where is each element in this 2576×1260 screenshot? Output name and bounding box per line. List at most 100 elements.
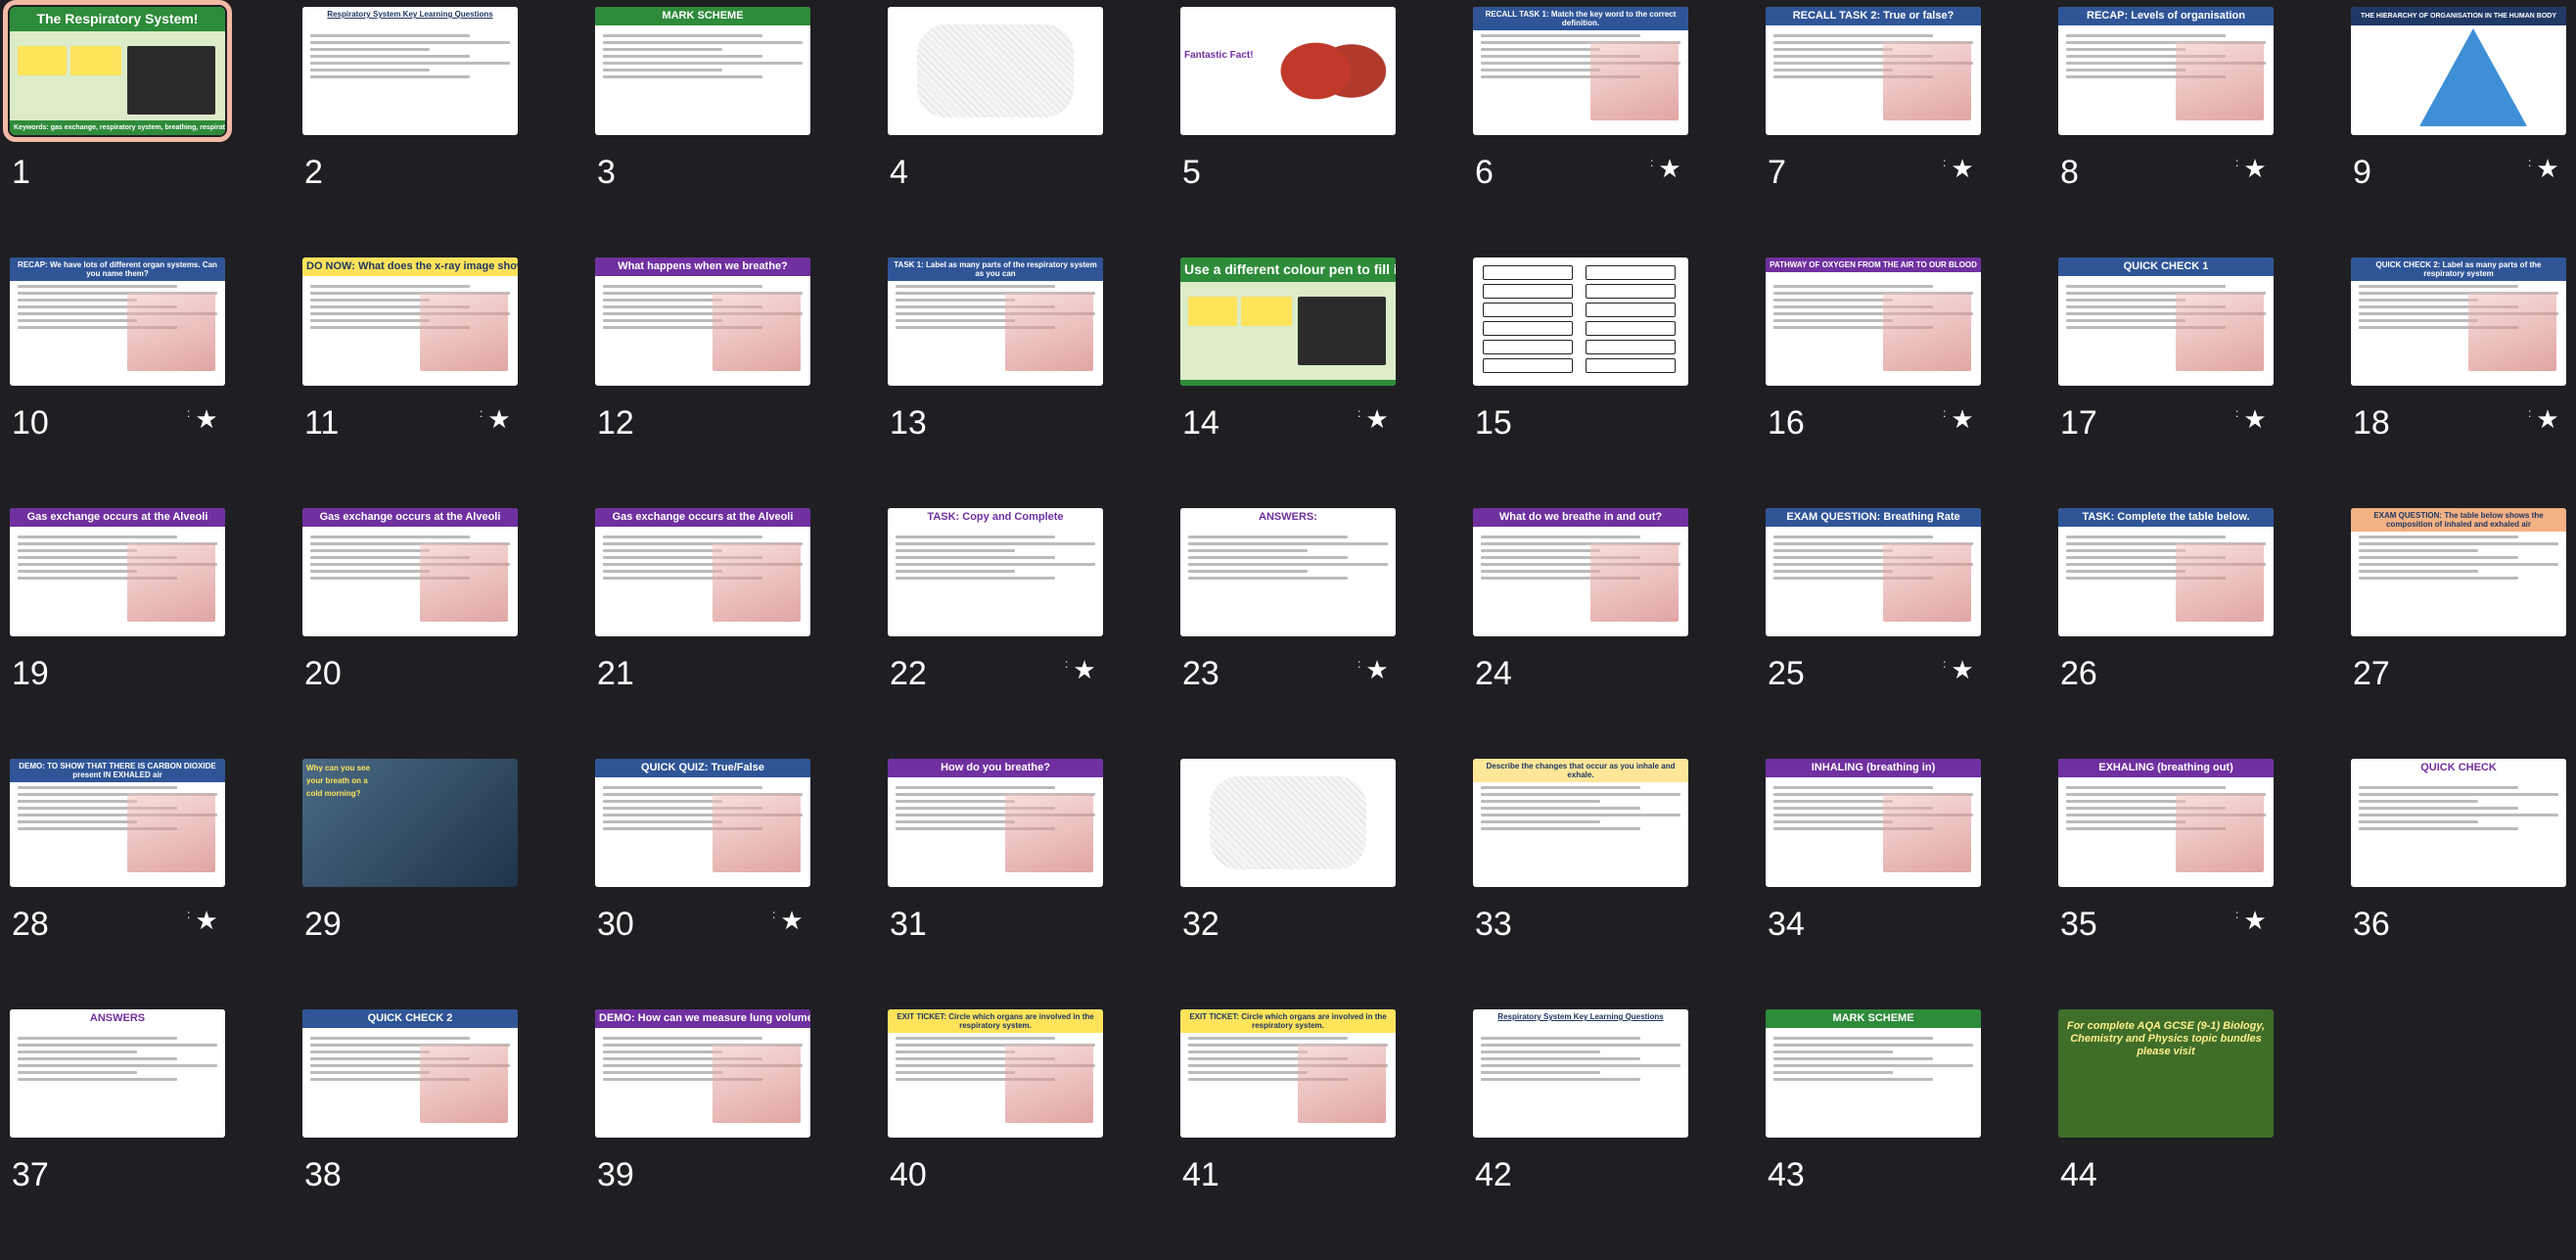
slide-thumbnail[interactable]: RECAP: We have lots of different organ s… [10,257,302,508]
slide-preview[interactable]: TASK: Copy and Complete [888,508,1103,636]
slide-number: 39 [597,1156,634,1193]
slide-thumbnail[interactable]: DO NOW: What does the x-ray image show? 1… [302,257,595,508]
slide-thumbnail[interactable]: 15 [1473,257,1766,508]
slide-preview[interactable] [888,7,1103,135]
slide-preview[interactable]: EXAM QUESTION: Breathing Rate [1766,508,1981,636]
slide-preview[interactable]: QUICK CHECK 1 [2058,257,2274,386]
slide-number: 41 [1182,1156,1219,1193]
slide-preview[interactable]: How do you breathe? [888,759,1103,887]
slide-title: For complete AQA GCSE (9-1) Biology, Che… [2066,1020,2266,1057]
slide-preview[interactable]: THE HIERARCHY OF ORGANISATION IN THE HUM… [2351,7,2566,135]
slide-preview[interactable]: RECAP: We have lots of different organ s… [10,257,225,386]
slide-preview[interactable] [1180,759,1396,887]
slide-preview[interactable]: QUICK QUIZ: True/False [595,759,810,887]
slide-preview[interactable]: EXAM QUESTION: The table below shows the… [2351,508,2566,636]
slide-preview[interactable]: RECAP: Levels of organisation [2058,7,2274,135]
slide-preview[interactable]: DEMO: TO SHOW THAT THERE IS CARBON DIOXI… [10,759,225,887]
slide-thumbnail[interactable]: EXIT TICKET: Circle which organs are inv… [888,1009,1180,1260]
slide-thumbnail[interactable]: Gas exchange occurs at the Alveoli 20 [302,508,595,759]
slide-thumbnail[interactable]: For complete AQA GCSE (9-1) Biology, Che… [2058,1009,2351,1260]
slide-thumbnail[interactable]: Describe the changes that occur as you i… [1473,759,1766,1009]
slide-thumbnail[interactable]: 4 [888,7,1180,257]
slide-title: PATHWAY OF OXYGEN FROM THE AIR TO OUR BL… [1766,257,1981,272]
slide-title: TASK: Complete the table below. [2058,508,2274,527]
slide-thumbnail[interactable]: Gas exchange occurs at the Alveoli 21 [595,508,888,759]
slide-preview[interactable]: RECALL TASK 1: Match the key word to the… [1473,7,1688,135]
slide-preview[interactable]: MARK SCHEME [595,7,810,135]
slide-thumbnail[interactable]: INHALING (breathing in) 34 [1766,759,2058,1009]
slide-thumbnail[interactable]: THE HIERARCHY OF ORGANISATION IN THE HUM… [2351,7,2576,257]
animation-star-icon: : ★ [1357,655,1389,684]
slide-thumbnail[interactable]: ANSWERS: 23: ★ [1180,508,1473,759]
slide-preview[interactable]: Gas exchange occurs at the Alveoli [302,508,518,636]
slide-preview[interactable]: QUICK CHECK [2351,759,2566,887]
slide-title: QUICK CHECK 2 [302,1009,518,1028]
slide-preview[interactable]: PATHWAY OF OXYGEN FROM THE AIR TO OUR BL… [1766,257,1981,386]
slide-thumbnail[interactable]: Respiratory System Key Learning Question… [1473,1009,1766,1260]
slide-title: What happens when we breathe? [595,257,810,276]
slide-thumbnail[interactable]: Use a different colour pen to fill in th… [1180,257,1473,508]
slide-thumbnail[interactable]: EXAM QUESTION: The table below shows the… [2351,508,2576,759]
slide-thumbnail[interactable]: EXHALING (breathing out) 35: ★ [2058,759,2351,1009]
slide-thumbnail[interactable]: QUICK CHECK 2: Label as many parts of th… [2351,257,2576,508]
slide-preview[interactable]: QUICK CHECK 2: Label as many parts of th… [2351,257,2566,386]
slide-preview[interactable]: Gas exchange occurs at the Alveoli [595,508,810,636]
slide-thumbnail[interactable]: Respiratory System Key Learning Question… [302,7,595,257]
slide-number: 9 [2353,154,2371,191]
slide-preview[interactable]: Fantastic Fact! [1180,7,1396,135]
slide-thumbnail[interactable]: DEMO: How can we measure lung volume? 39 [595,1009,888,1260]
slide-number: 36 [2353,906,2390,943]
slide-number: 43 [1768,1156,1805,1193]
slide-preview[interactable]: ANSWERS: [1180,508,1396,636]
slide-title: RECALL TASK 2: True or false? [1766,7,1981,25]
slide-preview[interactable]: INHALING (breathing in) [1766,759,1981,887]
animation-star-icon: : ★ [2235,404,2267,434]
slide-thumbnail[interactable]: Gas exchange occurs at the Alveoli 19 [10,508,302,759]
slide-preview[interactable]: What do we breathe in and out? [1473,508,1688,636]
slide-preview[interactable]: Why can you see your breath on a cold mo… [302,759,518,887]
slide-thumbnail[interactable]: 32 [1180,759,1473,1009]
slide-thumbnail[interactable]: What happens when we breathe? 12 [595,257,888,508]
slide-thumbnail[interactable]: How do you breathe? 31 [888,759,1180,1009]
slide-thumbnail[interactable]: What do we breathe in and out? 24 [1473,508,1766,759]
slide-preview[interactable]: What happens when we breathe? [595,257,810,386]
animation-star-icon: : ★ [1357,404,1389,434]
slide-title: Gas exchange occurs at the Alveoli [302,508,518,527]
animation-star-icon: : ★ [1650,154,1681,183]
slide-thumbnail[interactable]: MARK SCHEME 43 [1766,1009,2058,1260]
slide-number: 42 [1475,1156,1512,1193]
slide-thumbnail[interactable]: MARK SCHEME 3 [595,7,888,257]
slide-preview[interactable] [1473,257,1688,386]
slide-thumbnail[interactable]: QUICK CHECK 2 38 [302,1009,595,1260]
slide-thumbnail[interactable]: QUICK CHECK 36 [2351,759,2576,1009]
slide-thumbnail[interactable]: Why can you see your breath on a cold mo… [302,759,595,1009]
slide-thumbnail[interactable]: TASK 1: Label as many parts of the respi… [888,257,1180,508]
slide-number: 24 [1475,655,1512,692]
slide-preview[interactable]: EXHALING (breathing out) [2058,759,2274,887]
slide-thumbnail[interactable]: RECALL TASK 1: Match the key word to the… [1473,7,1766,257]
slide-preview[interactable]: Respiratory System Key Learning Question… [302,7,518,135]
slide-thumbnail[interactable]: EXAM QUESTION: Breathing Rate 25: ★ [1766,508,2058,759]
slide-preview[interactable]: TASK 1: Label as many parts of the respi… [888,257,1103,386]
slide-preview[interactable]: RECALL TASK 2: True or false? [1766,7,1981,135]
slide-preview[interactable]: Describe the changes that occur as you i… [1473,759,1688,887]
slide-thumbnail[interactable]: TASK: Copy and Complete 22: ★ [888,508,1180,759]
slide-number: 27 [2353,655,2390,692]
slide-title: EXAM QUESTION: Breathing Rate [1766,508,1981,527]
slide-thumbnail[interactable]: The Respiratory System! Keywords: gas exc… [3,0,302,257]
slide-thumbnail[interactable]: QUICK CHECK 1 17: ★ [2058,257,2351,508]
slide-thumbnail[interactable]: Fantastic Fact! 5 [1180,7,1473,257]
slide-thumbnail[interactable]: EXIT TICKET: Circle which organs are inv… [1180,1009,1473,1260]
slide-preview[interactable]: The Respiratory System! Keywords: gas exc… [3,0,232,142]
slide-thumbnail[interactable]: PATHWAY OF OXYGEN FROM THE AIR TO OUR BL… [1766,257,2058,508]
slide-thumbnail[interactable]: RECAP: Levels of organisation 8: ★ [2058,7,2351,257]
slide-preview[interactable]: TASK: Complete the table below. [2058,508,2274,636]
slide-thumbnail[interactable]: DEMO: TO SHOW THAT THERE IS CARBON DIOXI… [10,759,302,1009]
slide-thumbnail[interactable]: ANSWERS 37 [10,1009,302,1260]
slide-preview[interactable]: Use a different colour pen to fill in th… [1180,257,1396,386]
slide-preview[interactable]: DO NOW: What does the x-ray image show? [302,257,518,386]
slide-preview[interactable]: Gas exchange occurs at the Alveoli [10,508,225,636]
slide-thumbnail[interactable]: TASK: Complete the table below. 26 [2058,508,2351,759]
slide-thumbnail[interactable]: RECALL TASK 2: True or false? 7: ★ [1766,7,2058,257]
slide-thumbnail[interactable]: QUICK QUIZ: True/False 30: ★ [595,759,888,1009]
